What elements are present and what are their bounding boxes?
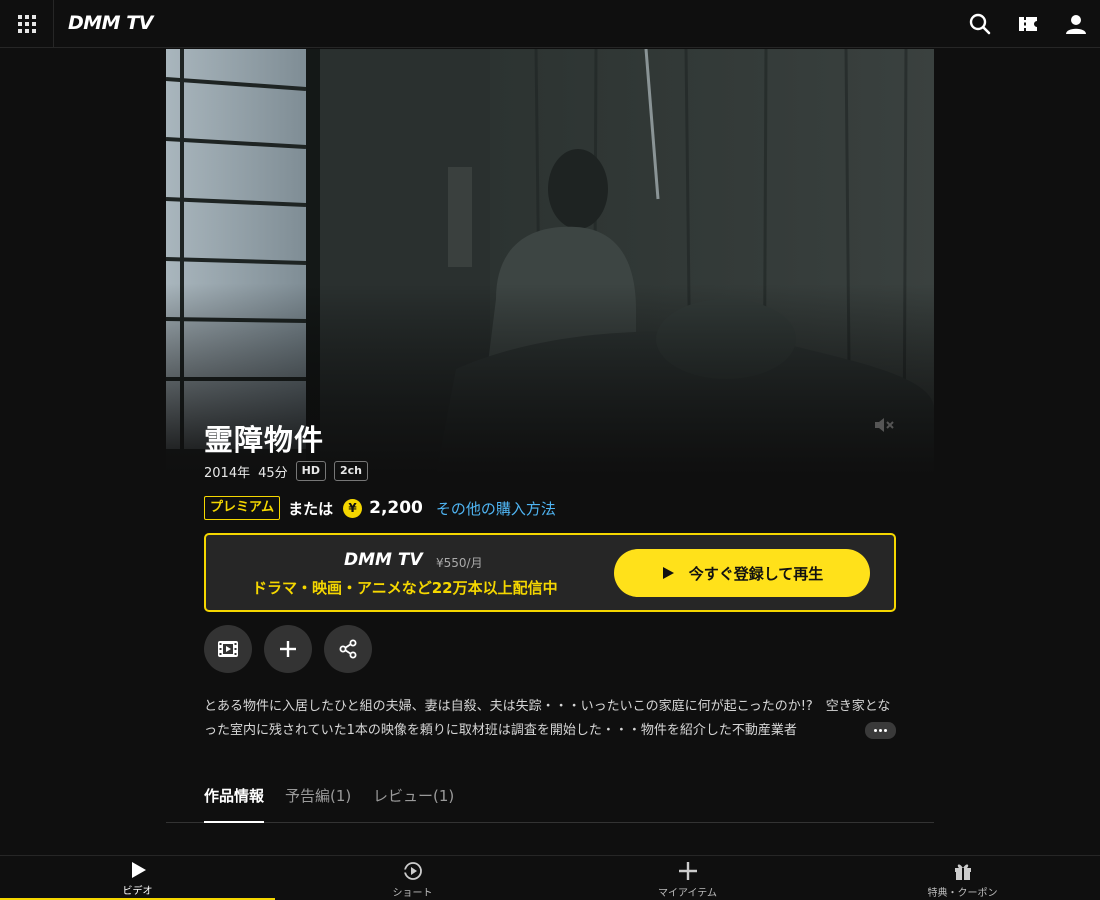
share-icon [339,639,357,659]
tab-work-info[interactable]: 作品情報 [204,784,265,823]
promo-monthly-price: ¥550/月 [436,556,483,570]
title-meta: 2014年 45分 HD 2ch [204,461,368,481]
promo-dmm-tv-logo: DMM TV [344,550,423,570]
price-row: プレミアム または ¥ 2,200 その他の購入方法 [204,495,556,521]
nav-video[interactable]: ビデオ [0,856,275,900]
price-amount: 2,200 [369,498,423,518]
description-text: とある物件に入居したひと組の夫婦、妻は自殺、夫は失踪・・・いったいこの家庭に何が… [204,699,891,738]
promo-tagline: ドラマ・映画・アニメなど22万本以上配信中 [252,579,558,597]
release-year: 2014年 [204,465,251,481]
hd-badge: HD [295,461,326,481]
nav-video-label: ビデオ [122,886,153,897]
play-icon [131,862,146,878]
top-header: DMM TV [0,0,1100,48]
gift-icon [954,864,971,880]
shorts-icon [403,862,422,880]
hero-image [166,49,934,475]
dmm-tv-logo[interactable]: DMM TV [68,12,153,34]
nav-perks-label: 特典・クーポン [927,888,998,899]
add-to-list-button[interactable] [264,625,312,673]
mute-icon[interactable] [872,413,896,437]
play-icon [662,567,674,579]
nav-shorts[interactable]: ショート [275,856,550,900]
nav-shorts-label: ショート [392,888,433,899]
add-icon [280,641,296,657]
expand-description-button[interactable] [865,722,896,739]
other-purchase-link[interactable]: その他の購入方法 [436,498,556,519]
nav-my-items-label: マイアイテム [658,888,717,899]
nav-my-items[interactable]: マイアイテム [550,856,825,900]
share-button[interactable] [324,625,372,673]
yen-coin-icon: ¥ [343,498,363,518]
nav-perks-coupons[interactable]: 特典・クーポン [825,856,1100,900]
ticket-icon[interactable] [1016,12,1040,36]
subscription-promo: DMM TV ¥550/月 ドラマ・映画・アニメなど22万本以上配信中 今すぐ登… [204,533,896,612]
search-icon[interactable] [968,12,992,36]
trailer-film-icon [218,641,238,657]
tab-trailer[interactable]: 予告編(1) [285,784,351,823]
tab-reviews[interactable]: レビュー(1) [373,784,454,823]
audio-channel-badge: 2ch [333,461,368,481]
ellipsis-icon [874,729,877,732]
menu-grid-icon [17,15,36,33]
subscribe-and-play-button[interactable]: 今すぐ登録して再生 [614,549,870,597]
plus-icon [678,862,697,880]
subscribe-and-play-label: 今すぐ登録して再生 [688,564,824,583]
account-icon[interactable] [1064,12,1088,36]
premium-badge: プレミアム [204,496,281,520]
page-title: 霊障物件 [204,423,325,457]
trailer-button[interactable] [204,625,252,673]
menu-button[interactable] [0,0,54,48]
detail-tabs: 作品情報 予告編(1) レビュー(1) [166,784,934,823]
bottom-navigation: ビデオ ショート マイアイテム 特典・クーポン [0,855,1100,900]
or-label: または [288,499,334,518]
duration: 45分 [258,465,288,481]
